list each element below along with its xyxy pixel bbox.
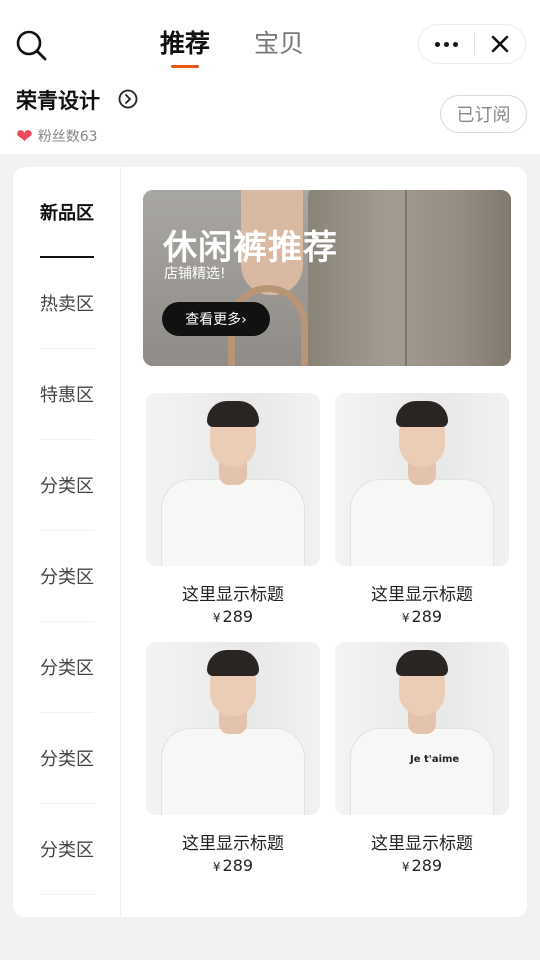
sidebar-item-category[interactable]: 分类区 [40, 440, 94, 531]
mini-program-capsule [418, 24, 526, 64]
content-card: 新品区 热卖区 特惠区 分类区 分类区 分类区 分类区 分类区 休闲裤推荐 店铺… [13, 167, 527, 917]
circle-arrow-right-icon[interactable] [118, 89, 138, 109]
sidebar-item-new[interactable]: 新品区 [40, 167, 94, 258]
product-image [335, 393, 509, 566]
search-icon[interactable] [14, 28, 48, 62]
product-image [146, 642, 320, 815]
category-sidebar: 新品区 热卖区 特惠区 分类区 分类区 分类区 分类区 分类区 [13, 167, 121, 917]
close-icon[interactable] [475, 24, 525, 64]
sidebar-item-category[interactable]: 分类区 [40, 713, 94, 804]
product-image [146, 393, 320, 566]
product-image: Je t'aime [335, 642, 509, 815]
sidebar-item-category[interactable]: 分类区 [40, 531, 94, 622]
product-title: 这里显示标题 [371, 585, 473, 605]
sidebar-item-category[interactable]: 分类区 [40, 622, 94, 713]
shop-name[interactable]: 荣青设计 [16, 85, 100, 115]
banner-pants-seam [405, 190, 407, 366]
tshirt-print-text: Je t'aime [410, 754, 460, 765]
product-card[interactable]: 这里显示标题 ¥289 [335, 393, 509, 633]
product-title: 这里显示标题 [182, 585, 284, 605]
product-price: ¥289 [401, 856, 443, 875]
tab-recommend[interactable]: 推荐 [160, 24, 210, 68]
banner-subtitle: 店铺精选! [164, 266, 226, 282]
product-title: 这里显示标题 [182, 834, 284, 854]
tab-bar: 推荐 宝贝 [160, 24, 304, 68]
promo-banner[interactable]: 休闲裤推荐 店铺精选! 查看更多› [143, 190, 511, 366]
more-dots-icon[interactable] [419, 24, 474, 64]
top-bar: 推荐 宝贝 荣青设计 ❤ 粉丝数63 已订阅 [0, 0, 540, 154]
view-more-button[interactable]: 查看更多› [162, 302, 270, 336]
sidebar-item-hot[interactable]: 热卖区 [40, 258, 94, 349]
sidebar-item-category[interactable]: 分类区 [40, 804, 94, 895]
banner-title: 休闲裤推荐 [163, 228, 338, 268]
product-price: ¥289 [401, 607, 443, 626]
product-title: 这里显示标题 [371, 834, 473, 854]
product-price: ¥289 [212, 607, 254, 626]
tab-items[interactable]: 宝贝 [254, 24, 304, 64]
subscribe-button[interactable]: 已订阅 [440, 95, 527, 133]
banner-pants-image [308, 190, 511, 366]
sidebar-item-sale[interactable]: 特惠区 [40, 349, 94, 440]
fans-count: ❤ 粉丝数63 [16, 126, 98, 146]
product-card[interactable]: Je t'aime 这里显示标题 ¥289 [335, 642, 509, 882]
product-card[interactable]: 这里显示标题 ¥289 [146, 393, 320, 633]
fans-label: 粉丝数63 [37, 129, 98, 145]
heart-icon: ❤ [16, 124, 33, 148]
product-price: ¥289 [212, 856, 254, 875]
product-card[interactable]: 这里显示标题 ¥289 [146, 642, 320, 882]
